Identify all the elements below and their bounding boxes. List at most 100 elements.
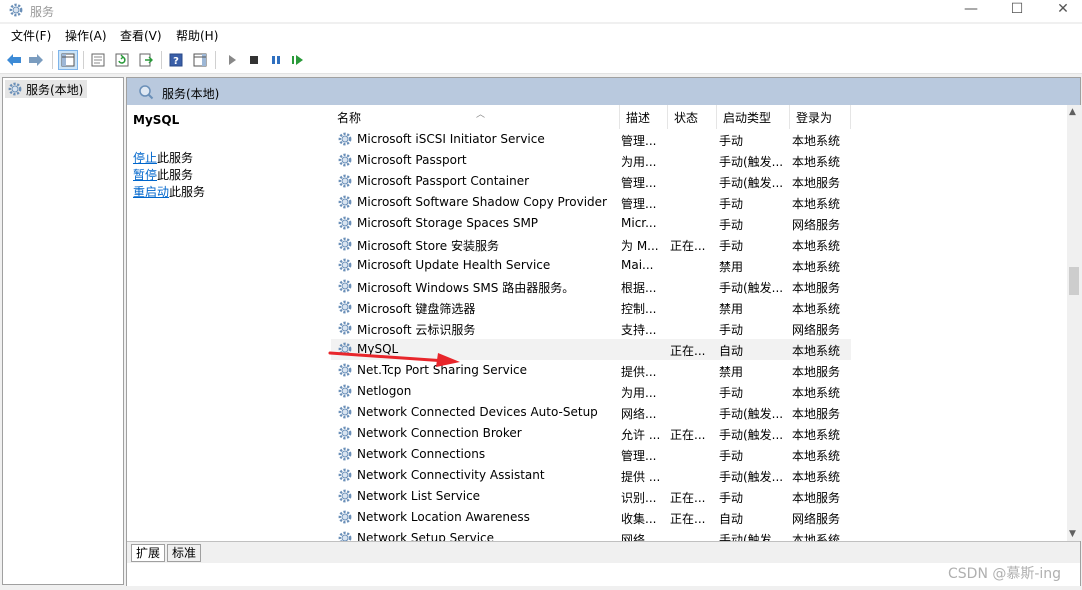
gear-icon — [338, 237, 352, 251]
show-action-pane-icon[interactable] — [190, 50, 210, 70]
service-row[interactable]: Network Connected Devices Auto-Setup 网络..… — [331, 402, 851, 423]
menu-view[interactable]: 查看(V) — [120, 27, 162, 44]
service-row[interactable]: Microsoft 键盘筛选器 控制... 禁用 本地系统 — [331, 297, 851, 318]
stop-service-icon[interactable] — [244, 50, 264, 70]
tab-standard[interactable]: 标准 — [167, 544, 202, 562]
menu-action[interactable]: 操作(A) — [65, 27, 107, 44]
service-row[interactable]: Network Connections 管理... 手动 本地系统 — [331, 444, 851, 465]
service-row[interactable]: Microsoft Passport 为用... 手动(触发... 本地系统 — [331, 150, 851, 171]
search-icon — [139, 85, 154, 100]
restart-service-action: 重启动此服务 — [133, 183, 205, 200]
service-description: 管理... — [621, 197, 657, 211]
service-logon-as: 本地服务 — [792, 281, 841, 295]
back-arrow-icon[interactable] — [4, 50, 24, 70]
title-bar: 服务 — ☐ ✕ — [0, 0, 1082, 22]
service-description: 控制... — [621, 302, 657, 316]
window-title: 服务 — [30, 5, 55, 19]
tab-extended[interactable]: 扩展 — [131, 544, 166, 562]
service-logon-as: 本地服务 — [792, 176, 841, 190]
gear-icon — [338, 321, 352, 335]
service-row[interactable]: Microsoft Storage Spaces SMP Micr... 手动 网络服… — [331, 213, 851, 234]
restart-service-icon[interactable] — [288, 50, 308, 70]
help-icon[interactable]: ? — [166, 50, 186, 70]
close-button[interactable]: ✕ — [1040, 0, 1082, 22]
service-row[interactable]: Microsoft Store 安装服务 为 M... 正在... 手动 本地系统 — [331, 234, 851, 255]
service-row[interactable]: Network Location Awareness 收集... 正在... 自动 网络… — [331, 507, 851, 528]
service-description: 为用... — [621, 386, 657, 400]
properties-icon[interactable] — [88, 50, 108, 70]
minimize-button[interactable]: — — [948, 0, 994, 22]
gear-icon — [338, 279, 352, 293]
console-tree: 服务(本地) — [2, 77, 124, 585]
show-console-tree-icon[interactable] — [58, 50, 78, 70]
export-list-icon[interactable] — [136, 50, 156, 70]
scroll-down-arrow[interactable]: ▼ — [1069, 529, 1076, 539]
gear-icon — [338, 300, 352, 314]
service-row[interactable]: Network Connection Broker 允许 ... 正在... 手动(触… — [331, 423, 851, 444]
column-header-logon-as[interactable]: 登录为 — [790, 105, 851, 129]
service-startup-type: 手动 — [719, 134, 744, 148]
service-name: Microsoft Passport — [357, 153, 467, 167]
column-header-startup-type[interactable]: 启动类型 — [717, 105, 790, 129]
toolbar-separator — [215, 51, 216, 69]
service-startup-type: 手动 — [719, 197, 744, 211]
service-startup-type: 禁用 — [719, 365, 744, 379]
service-startup-type: 禁用 — [719, 302, 744, 316]
service-startup-type: 手动 — [719, 449, 744, 463]
start-service-icon[interactable] — [222, 50, 242, 70]
column-header-description[interactable]: 描述 — [620, 105, 668, 129]
menu-help[interactable]: 帮助(H) — [176, 27, 218, 44]
restart-service-link[interactable]: 重启动 — [133, 185, 169, 199]
service-name: Microsoft Passport Container — [357, 174, 530, 188]
scroll-up-arrow[interactable]: ▲ — [1069, 107, 1076, 117]
service-startup-type: 手动 — [719, 386, 744, 400]
service-row[interactable]: Microsoft Passport Container 管理... 手动(触发..… — [331, 171, 851, 192]
toolbar: ? — [0, 46, 1082, 74]
service-description: 允许 ... — [621, 428, 661, 442]
service-startup-type: 手动(触发... — [719, 428, 784, 442]
gear-icon — [338, 132, 352, 146]
service-status: 正在... — [670, 239, 706, 253]
toolbar-separator — [83, 51, 84, 69]
service-logon-as: 本地系统 — [792, 134, 841, 148]
service-description: 管理... — [621, 134, 657, 148]
service-row[interactable]: Network Connectivity Assistant 提供 ... 手动(触… — [331, 465, 851, 486]
gear-icon — [338, 426, 352, 440]
pause-service-icon[interactable] — [266, 50, 286, 70]
forward-arrow-icon[interactable] — [26, 50, 46, 70]
service-row[interactable]: Network Setup Service 网络... 手动(触发... 本地系统 — [331, 528, 851, 541]
refresh-icon[interactable] — [112, 50, 132, 70]
pause-service-link[interactable]: 暂停 — [133, 168, 157, 182]
service-row[interactable]: Netlogon 为用... 手动 本地系统 — [331, 381, 851, 402]
tree-item-services-local[interactable]: 服务(本地) — [5, 80, 88, 98]
scrollbar-thumb[interactable] — [1069, 267, 1079, 295]
service-logon-as: 本地系统 — [792, 302, 841, 316]
service-name: Netlogon — [357, 384, 412, 398]
service-description: 根据... — [621, 281, 657, 295]
service-row[interactable]: Microsoft Update Health Service Mai... 禁用 本… — [331, 255, 851, 276]
gear-icon — [338, 216, 352, 230]
service-description: 管理... — [621, 449, 657, 463]
stop-service-link[interactable]: 停止 — [133, 151, 157, 165]
service-row[interactable]: Microsoft iSCSI Initiator Service 管理... 手动… — [331, 129, 851, 150]
column-header-status[interactable]: 状态 — [668, 105, 717, 129]
service-row[interactable]: Network List Service 识别... 正在... 手动 本地服务 — [331, 486, 851, 507]
pane-title: 服务(本地) — [162, 87, 220, 101]
gear-icon — [338, 531, 352, 541]
service-description: 为用... — [621, 155, 657, 169]
service-name: Network Connectivity Assistant — [357, 468, 545, 482]
vertical-scrollbar[interactable]: ▲ ▼ — [1067, 105, 1081, 541]
maximize-button[interactable]: ☐ — [994, 0, 1040, 22]
menu-file[interactable]: 文件(F) — [11, 27, 51, 44]
service-row[interactable]: Microsoft Windows SMS 路由器服务。 根据... 手动(触发..… — [331, 276, 851, 297]
service-status: 正在... — [670, 512, 706, 526]
service-row[interactable]: Microsoft Software Shadow Copy Provider 管… — [331, 192, 851, 213]
action-suffix: 此服务 — [157, 168, 194, 182]
service-details-panel: MySQL 停止此服务 暂停此服务 重启动此服务 — [127, 105, 331, 541]
service-row[interactable]: Microsoft 云标识服务 支持... 手动 网络服务 — [331, 318, 851, 339]
watermark: CSDN @慕斯-ing — [948, 566, 1062, 582]
service-name: Microsoft Windows SMS 路由器服务。 — [357, 281, 575, 295]
service-logon-as: 本地系统 — [792, 197, 841, 211]
column-header-name[interactable]: ︿ 名称 — [331, 105, 620, 129]
service-name: Microsoft 云标识服务 — [357, 323, 476, 337]
